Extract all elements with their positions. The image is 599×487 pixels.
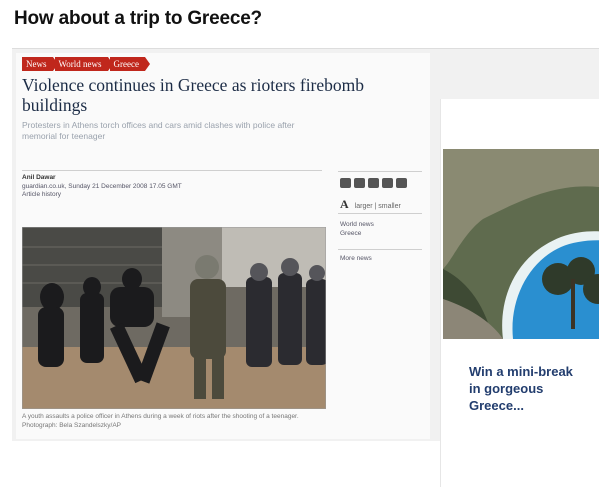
feed-icon[interactable] <box>396 178 407 188</box>
page-headline: How about a trip to Greece? <box>14 8 262 29</box>
print-icon[interactable] <box>368 178 379 188</box>
breadcrumb-news[interactable]: News <box>22 57 57 71</box>
byline: Anil Dawar guardian.co.uk, Sunday 21 Dec… <box>22 174 252 200</box>
dateline: guardian.co.uk, Sunday 21 December 2008 … <box>22 182 182 190</box>
text-size-icon: A <box>340 197 349 211</box>
more-news-link[interactable]: More news <box>340 255 372 264</box>
world-news-link[interactable]: World news <box>340 221 374 230</box>
advert-panel[interactable]: Win a mini-break in gorgeous Greece... <box>440 99 599 487</box>
breadcrumb-world-news[interactable]: World news <box>54 57 113 71</box>
share-tools <box>340 178 407 188</box>
sidebar-divider <box>338 213 422 214</box>
ad-headline[interactable]: Win a mini-break in gorgeous Greece... <box>469 363 599 414</box>
ad-beach-photo <box>443 149 599 339</box>
article-standfirst: Protesters in Athens torch offices and c… <box>22 120 295 141</box>
screenshot-frame: News World news Greece Violence continue… <box>12 48 599 487</box>
sidebar-divider <box>338 171 422 172</box>
text-size-links[interactable]: larger | smaller <box>355 203 401 210</box>
share-icon[interactable] <box>340 178 351 188</box>
article-page: News World news Greece Violence continue… <box>16 53 430 439</box>
breadcrumb: News World news Greece <box>22 57 151 71</box>
author-link[interactable]: Anil Dawar <box>22 174 252 183</box>
save-icon[interactable] <box>382 178 393 188</box>
greece-link[interactable]: Greece <box>340 230 374 239</box>
article-title: Violence continues in Greece as rioters … <box>22 75 365 115</box>
sidebar-divider <box>338 249 422 250</box>
article-photo <box>22 227 326 409</box>
breadcrumb-greece[interactable]: Greece <box>109 57 151 71</box>
text-size-control[interactable]: A larger | smaller <box>340 197 401 212</box>
section-links: World news Greece <box>340 221 374 238</box>
article-history-link[interactable]: Article history <box>22 191 252 200</box>
email-icon[interactable] <box>354 178 365 188</box>
photo-caption: A youth assaults a police officer in Ath… <box>22 413 299 429</box>
divider <box>22 170 322 171</box>
